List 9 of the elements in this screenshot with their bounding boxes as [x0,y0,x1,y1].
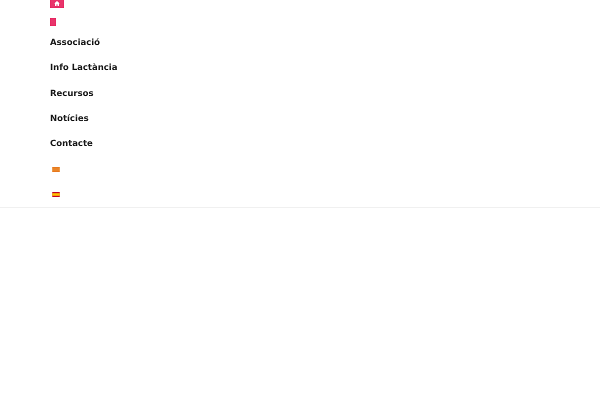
catalan-flag-icon[interactable] [52,166,60,172]
menu-item[interactable]: Associació [50,30,100,56]
menu-item[interactable]: Notícies [50,106,89,132]
home-button[interactable] [50,0,64,8]
menu-item[interactable]: Info Lactància [50,56,118,81]
spanish-flag-icon[interactable] [52,192,60,197]
menu-marker-icon [50,18,56,26]
menu-item[interactable]: Contacte [50,131,93,157]
menu-item[interactable]: Recursos [50,80,94,106]
